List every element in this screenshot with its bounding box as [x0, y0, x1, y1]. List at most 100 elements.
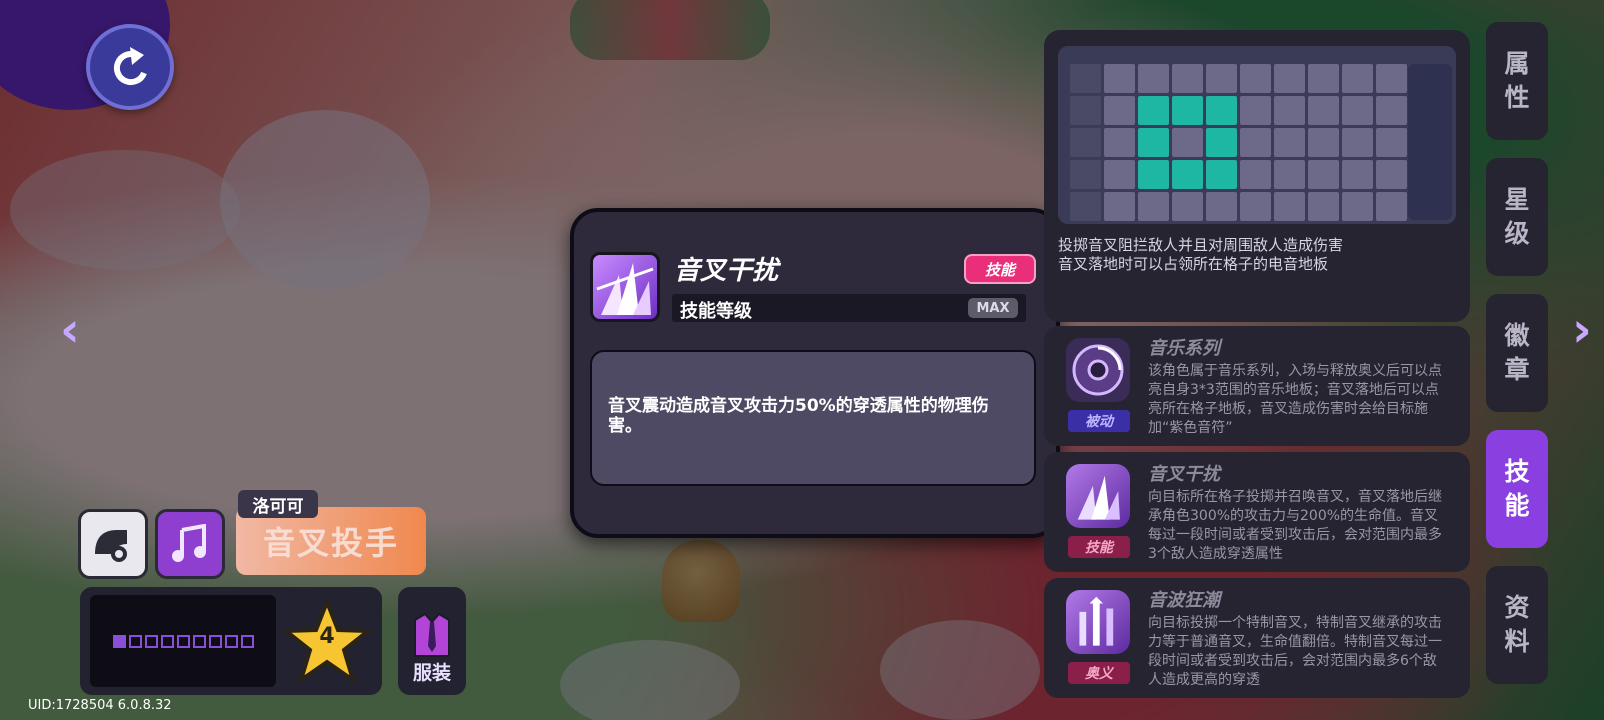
grid-cell: [1104, 160, 1135, 189]
skill-description: 音叉震动造成音叉攻击力50%的穿透属性的物理伤害。: [590, 350, 1036, 486]
tuning-fork-skill-icon: [590, 252, 660, 322]
tab-label-char: 资: [1504, 593, 1530, 622]
sound-wave-icon: [1066, 590, 1130, 654]
tab-profile[interactable]: 资 料: [1486, 566, 1548, 684]
grid-cell: [1172, 160, 1203, 189]
skill-type-badge: 技能: [964, 254, 1036, 284]
progress-pip: [192, 634, 206, 648]
skill-tag: 技能: [1068, 536, 1130, 558]
grid-cell: [1138, 64, 1169, 93]
grid-cell: [1070, 128, 1101, 157]
skill-name: 音波狂潮: [1148, 590, 1220, 611]
grid-cell: [1206, 128, 1237, 157]
skill-detail-popup: 音叉干扰 技能 技能等级 MAX 音叉震动造成音叉攻击力50%的穿透属性的物理伤…: [570, 208, 1060, 538]
skill-level-max-badge: MAX: [968, 298, 1018, 318]
previous-character-arrow-icon[interactable]: ‹: [60, 302, 80, 358]
grid-cell: [1342, 128, 1373, 157]
grid-cell: [1138, 96, 1169, 125]
tab-label-char: 能: [1504, 491, 1530, 520]
grid-cell: [1206, 64, 1237, 93]
tab-badge[interactable]: 徽 章: [1486, 294, 1548, 412]
popup-skill-title: 音叉干扰: [674, 256, 779, 286]
back-button[interactable]: [86, 24, 174, 110]
skill-desc: 该角色属于音乐系列，入场与释放奥义后可以点亮自身3*3范围的音乐地板；音叉落地后…: [1148, 363, 1442, 436]
skill-level-row: 技能等级 MAX: [672, 294, 1026, 322]
skill-card-passive[interactable]: 被动 音乐系列 该角色属于音乐系列，入场与释放奥义后可以点亮自身3*3范围的音乐…: [1044, 326, 1470, 446]
skill-card-ultimate[interactable]: 奥义 音波狂潮 向目标投掷一个特制音叉，特制音叉继承的攻击力等于普通音叉，生命值…: [1044, 578, 1470, 698]
grid-cell: [1274, 96, 1305, 125]
skill-range-card: 投掷音叉阻拦敌人并且对周围敌人造成伤害 音叉落地时可以占领所在格子的电音地板: [1044, 30, 1470, 322]
progress-pip: [176, 634, 190, 648]
progress-pip: [224, 634, 238, 648]
battle-grid: [1070, 64, 1407, 221]
skill-tag: 被动: [1068, 410, 1130, 432]
tab-label-char: 料: [1504, 627, 1530, 656]
tab-star-level[interactable]: 星 级: [1486, 158, 1548, 276]
shirt-icon: [414, 612, 450, 657]
grid-cell: [1240, 192, 1271, 221]
grid-cell: [1240, 128, 1271, 157]
grid-cell: [1104, 64, 1135, 93]
progress-pip: [160, 634, 174, 648]
tab-label-char: 星: [1504, 185, 1530, 214]
grid-cell: [1104, 192, 1135, 221]
grid-cell: [1240, 160, 1271, 189]
grid-cell: [1376, 96, 1407, 125]
tab-label-char: 属: [1504, 49, 1530, 78]
game-screen: ‹ › 音叉投手 洛可可 4 服装 UID:1728504 6.0.8.32 音…: [0, 0, 1604, 720]
character-name-label: 洛可可: [238, 490, 318, 518]
type-cannon-icon: [78, 509, 148, 579]
skill-card-active[interactable]: 技能 音叉干扰 向目标所在格子投掷并召唤音叉，音叉落地后继承角色300%的攻击力…: [1044, 452, 1470, 572]
skill-name: 音叉干扰: [1148, 464, 1220, 485]
tab-label-char: 技: [1504, 457, 1530, 486]
grid-cell: [1274, 192, 1305, 221]
grid-cell: [1070, 64, 1101, 93]
grid-cell: [1308, 96, 1339, 125]
tab-attributes[interactable]: 属 性: [1486, 22, 1548, 140]
skill-range-line-2: 音叉落地时可以占领所在格子的电音地板: [1058, 255, 1329, 273]
grid-cell: [1376, 192, 1407, 221]
grid-cell: [1274, 160, 1305, 189]
grid-cell: [1172, 192, 1203, 221]
grid-cell: [1172, 128, 1203, 157]
progress-pip: [208, 634, 222, 648]
grid-cell: [1274, 64, 1305, 93]
grid-cell: [1342, 64, 1373, 93]
grid-cell: [1138, 160, 1169, 189]
grid-cell: [1376, 160, 1407, 189]
grid-cell: [1308, 64, 1339, 93]
upgrade-progress-bar: [90, 595, 276, 687]
grid-cell: [1104, 96, 1135, 125]
disc-icon: [1066, 338, 1130, 402]
grid-cell: [1274, 128, 1305, 157]
progress-pip: [144, 634, 158, 648]
next-character-arrow-icon[interactable]: ›: [1572, 302, 1592, 358]
tab-label-char: 性: [1504, 83, 1530, 112]
enemy-lane: [1408, 64, 1452, 220]
skill-level-label: 技能等级: [680, 301, 752, 322]
grid-cell: [1172, 96, 1203, 125]
costume-button[interactable]: 服装: [398, 587, 466, 695]
skill-tag: 奥义: [1068, 662, 1130, 684]
tab-skills[interactable]: 技 能: [1486, 430, 1548, 548]
series-music-icon: [155, 509, 225, 579]
grid-cell: [1206, 96, 1237, 125]
progress-pip: [128, 634, 142, 648]
grid-cell: [1206, 160, 1237, 189]
grid-cell: [1070, 160, 1101, 189]
grid-cell: [1138, 128, 1169, 157]
grid-cell: [1104, 128, 1135, 157]
grid-cell: [1070, 192, 1101, 221]
grid-cell: [1308, 192, 1339, 221]
grid-cell: [1342, 96, 1373, 125]
grid-cell: [1240, 96, 1271, 125]
grid-cell: [1342, 192, 1373, 221]
costume-label: 服装: [412, 662, 451, 684]
skill-range-preview: [1058, 46, 1456, 224]
grid-cell: [1172, 64, 1203, 93]
progress-pip: [112, 634, 126, 648]
star-level-number: 4: [319, 624, 335, 649]
tab-label-char: 徽: [1504, 321, 1530, 350]
skill-range-line-1: 投掷音叉阻拦敌人并且对周围敌人造成伤害: [1058, 236, 1344, 254]
star-level-badge: 4: [280, 596, 374, 685]
